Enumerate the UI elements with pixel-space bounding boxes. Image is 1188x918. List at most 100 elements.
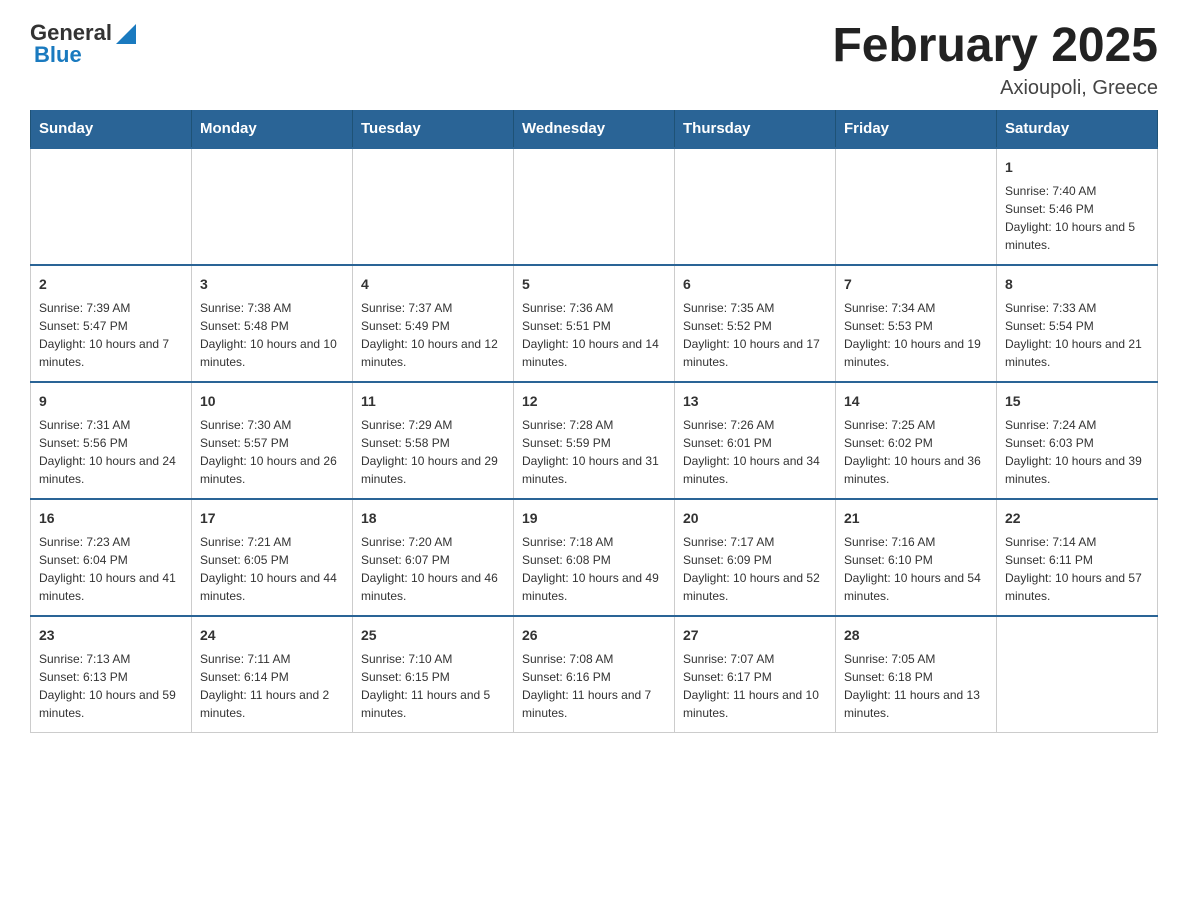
sun-info: Sunrise: 7:38 AM Sunset: 5:48 PM Dayligh… bbox=[200, 299, 344, 371]
calendar-cell bbox=[675, 148, 836, 265]
sun-info: Sunrise: 7:31 AM Sunset: 5:56 PM Dayligh… bbox=[39, 416, 183, 488]
day-number: 10 bbox=[200, 391, 344, 412]
page-header: General Blue February 2025 Axioupoli, Gr… bbox=[30, 20, 1158, 100]
day-number: 27 bbox=[683, 625, 827, 646]
calendar-header-row: SundayMondayTuesdayWednesdayThursdayFrid… bbox=[31, 110, 1158, 148]
day-number: 28 bbox=[844, 625, 988, 646]
calendar-cell: 16 Sunrise: 7:23 AM Sunset: 6:04 PM Dayli… bbox=[31, 499, 192, 616]
day-number: 7 bbox=[844, 274, 988, 295]
calendar-cell: 25 Sunrise: 7:10 AM Sunset: 6:15 PM Dayli… bbox=[353, 616, 514, 733]
calendar-cell: 9 Sunrise: 7:31 AM Sunset: 5:56 PM Daylig… bbox=[31, 382, 192, 499]
sun-info: Sunrise: 7:30 AM Sunset: 5:57 PM Dayligh… bbox=[200, 416, 344, 488]
calendar-cell: 6 Sunrise: 7:35 AM Sunset: 5:52 PM Daylig… bbox=[675, 265, 836, 382]
calendar-cell: 15 Sunrise: 7:24 AM Sunset: 6:03 PM Dayli… bbox=[997, 382, 1158, 499]
day-number: 18 bbox=[361, 508, 505, 529]
day-number: 24 bbox=[200, 625, 344, 646]
day-number: 16 bbox=[39, 508, 183, 529]
sun-info: Sunrise: 7:08 AM Sunset: 6:16 PM Dayligh… bbox=[522, 650, 666, 722]
day-number: 2 bbox=[39, 274, 183, 295]
calendar-cell: 21 Sunrise: 7:16 AM Sunset: 6:10 PM Dayli… bbox=[836, 499, 997, 616]
day-number: 4 bbox=[361, 274, 505, 295]
day-number: 9 bbox=[39, 391, 183, 412]
calendar-week-row: 23 Sunrise: 7:13 AM Sunset: 6:13 PM Dayli… bbox=[31, 616, 1158, 733]
day-number: 12 bbox=[522, 391, 666, 412]
sun-info: Sunrise: 7:13 AM Sunset: 6:13 PM Dayligh… bbox=[39, 650, 183, 722]
day-number: 14 bbox=[844, 391, 988, 412]
day-number: 15 bbox=[1005, 391, 1149, 412]
sun-info: Sunrise: 7:18 AM Sunset: 6:08 PM Dayligh… bbox=[522, 533, 666, 605]
day-number: 13 bbox=[683, 391, 827, 412]
sun-info: Sunrise: 7:23 AM Sunset: 6:04 PM Dayligh… bbox=[39, 533, 183, 605]
calendar-cell bbox=[192, 148, 353, 265]
logo-blue-text: Blue bbox=[34, 42, 82, 68]
day-number: 1 bbox=[1005, 157, 1149, 178]
logo-triangle-icon bbox=[116, 24, 136, 44]
calendar-cell bbox=[514, 148, 675, 265]
calendar-week-row: 2Sunrise: 7:39 AM Sunset: 5:47 PM Daylig… bbox=[31, 265, 1158, 382]
calendar-cell: 8 Sunrise: 7:33 AM Sunset: 5:54 PM Daylig… bbox=[997, 265, 1158, 382]
day-number: 26 bbox=[522, 625, 666, 646]
sun-info: Sunrise: 7:34 AM Sunset: 5:53 PM Dayligh… bbox=[844, 299, 988, 371]
calendar-cell: 22 Sunrise: 7:14 AM Sunset: 6:11 PM Dayli… bbox=[997, 499, 1158, 616]
calendar-cell: 26 Sunrise: 7:08 AM Sunset: 6:16 PM Dayli… bbox=[514, 616, 675, 733]
calendar-cell bbox=[836, 148, 997, 265]
calendar-week-row: 1 Sunrise: 7:40 AM Sunset: 5:46 PM Daylig… bbox=[31, 148, 1158, 265]
calendar-cell: 1 Sunrise: 7:40 AM Sunset: 5:46 PM Daylig… bbox=[997, 148, 1158, 265]
calendar-cell: 19Sunrise: 7:18 AM Sunset: 6:08 PM Dayli… bbox=[514, 499, 675, 616]
calendar-table: SundayMondayTuesdayWednesdayThursdayFrid… bbox=[30, 110, 1158, 733]
day-number: 17 bbox=[200, 508, 344, 529]
calendar-cell: 10 Sunrise: 7:30 AM Sunset: 5:57 PM Dayli… bbox=[192, 382, 353, 499]
title-block: February 2025 Axioupoli, Greece bbox=[832, 20, 1158, 100]
calendar-cell bbox=[997, 616, 1158, 733]
calendar-cell: 17 Sunrise: 7:21 AM Sunset: 6:05 PM Dayli… bbox=[192, 499, 353, 616]
day-number: 21 bbox=[844, 508, 988, 529]
calendar-cell: 13Sunrise: 7:26 AM Sunset: 6:01 PM Dayli… bbox=[675, 382, 836, 499]
day-number: 22 bbox=[1005, 508, 1149, 529]
day-number: 5 bbox=[522, 274, 666, 295]
sun-info: Sunrise: 7:24 AM Sunset: 6:03 PM Dayligh… bbox=[1005, 416, 1149, 488]
logo: General Blue bbox=[30, 20, 136, 68]
sun-info: Sunrise: 7:14 AM Sunset: 6:11 PM Dayligh… bbox=[1005, 533, 1149, 605]
sun-info: Sunrise: 7:40 AM Sunset: 5:46 PM Dayligh… bbox=[1005, 182, 1149, 254]
calendar-cell: 27 Sunrise: 7:07 AM Sunset: 6:17 PM Dayli… bbox=[675, 616, 836, 733]
calendar-cell bbox=[353, 148, 514, 265]
day-header-sunday: Sunday bbox=[31, 110, 192, 148]
calendar-cell: 11Sunrise: 7:29 AM Sunset: 5:58 PM Dayli… bbox=[353, 382, 514, 499]
sun-info: Sunrise: 7:16 AM Sunset: 6:10 PM Dayligh… bbox=[844, 533, 988, 605]
calendar-cell: 14 Sunrise: 7:25 AM Sunset: 6:02 PM Dayli… bbox=[836, 382, 997, 499]
sun-info: Sunrise: 7:33 AM Sunset: 5:54 PM Dayligh… bbox=[1005, 299, 1149, 371]
calendar-cell bbox=[31, 148, 192, 265]
day-header-wednesday: Wednesday bbox=[514, 110, 675, 148]
sun-info: Sunrise: 7:37 AM Sunset: 5:49 PM Dayligh… bbox=[361, 299, 505, 371]
sun-info: Sunrise: 7:21 AM Sunset: 6:05 PM Dayligh… bbox=[200, 533, 344, 605]
calendar-week-row: 9 Sunrise: 7:31 AM Sunset: 5:56 PM Daylig… bbox=[31, 382, 1158, 499]
day-header-monday: Monday bbox=[192, 110, 353, 148]
day-header-tuesday: Tuesday bbox=[353, 110, 514, 148]
calendar-cell: 18 Sunrise: 7:20 AM Sunset: 6:07 PM Dayli… bbox=[353, 499, 514, 616]
location-text: Axioupoli, Greece bbox=[832, 77, 1158, 100]
sun-info: Sunrise: 7:28 AM Sunset: 5:59 PM Dayligh… bbox=[522, 416, 666, 488]
month-title: February 2025 bbox=[832, 20, 1158, 73]
calendar-cell: 5 Sunrise: 7:36 AM Sunset: 5:51 PM Daylig… bbox=[514, 265, 675, 382]
day-number: 20 bbox=[683, 508, 827, 529]
day-number: 25 bbox=[361, 625, 505, 646]
sun-info: Sunrise: 7:36 AM Sunset: 5:51 PM Dayligh… bbox=[522, 299, 666, 371]
sun-info: Sunrise: 7:10 AM Sunset: 6:15 PM Dayligh… bbox=[361, 650, 505, 722]
calendar-cell: 28 Sunrise: 7:05 AM Sunset: 6:18 PM Dayli… bbox=[836, 616, 997, 733]
day-header-thursday: Thursday bbox=[675, 110, 836, 148]
calendar-cell: 20 Sunrise: 7:17 AM Sunset: 6:09 PM Dayli… bbox=[675, 499, 836, 616]
calendar-cell: 4 Sunrise: 7:37 AM Sunset: 5:49 PM Daylig… bbox=[353, 265, 514, 382]
calendar-week-row: 16 Sunrise: 7:23 AM Sunset: 6:04 PM Dayli… bbox=[31, 499, 1158, 616]
day-header-saturday: Saturday bbox=[997, 110, 1158, 148]
sun-info: Sunrise: 7:05 AM Sunset: 6:18 PM Dayligh… bbox=[844, 650, 988, 722]
day-number: 8 bbox=[1005, 274, 1149, 295]
day-number: 6 bbox=[683, 274, 827, 295]
day-number: 23 bbox=[39, 625, 183, 646]
calendar-cell: 24Sunrise: 7:11 AM Sunset: 6:14 PM Dayli… bbox=[192, 616, 353, 733]
calendar-cell: 12 Sunrise: 7:28 AM Sunset: 5:59 PM Dayli… bbox=[514, 382, 675, 499]
sun-info: Sunrise: 7:07 AM Sunset: 6:17 PM Dayligh… bbox=[683, 650, 827, 722]
sun-info: Sunrise: 7:20 AM Sunset: 6:07 PM Dayligh… bbox=[361, 533, 505, 605]
sun-info: Sunrise: 7:35 AM Sunset: 5:52 PM Dayligh… bbox=[683, 299, 827, 371]
sun-info: Sunrise: 7:25 AM Sunset: 6:02 PM Dayligh… bbox=[844, 416, 988, 488]
sun-info: Sunrise: 7:17 AM Sunset: 6:09 PM Dayligh… bbox=[683, 533, 827, 605]
